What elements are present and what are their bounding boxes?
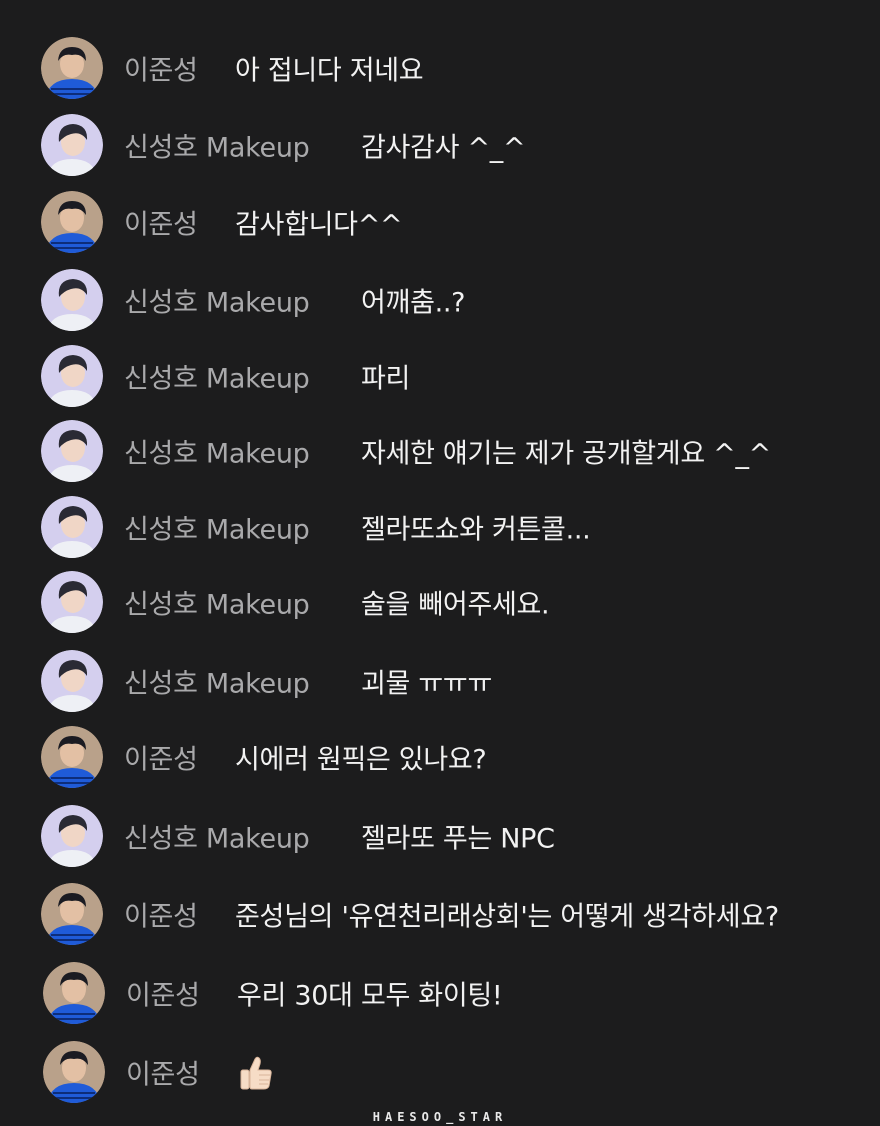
avatar[interactable] (41, 805, 103, 867)
message-text: 감사감사 ^_^ (361, 132, 526, 164)
thumbs-up-icon (237, 1053, 277, 1093)
message-text: 감사합니다^^ (235, 209, 403, 241)
message-text: 자세한 얘기는 제가 공개할게요 ^_^ (361, 438, 771, 470)
avatar[interactable] (41, 191, 103, 253)
author-name[interactable]: 신성호 Makeup (124, 432, 310, 471)
chat-message: 신성호 Makeup 젤라또 푸는 NPC (0, 805, 880, 869)
avatar[interactable] (41, 420, 103, 482)
avatar[interactable] (43, 1041, 105, 1103)
chat-message: 신성호 Makeup 술을 빼어주세요. (0, 571, 880, 635)
author-name[interactable]: 신성호 Makeup (124, 126, 310, 165)
avatar[interactable] (41, 496, 103, 558)
chat-message: 신성호 Makeup 괴물 ㅠㅠㅠ (0, 650, 880, 714)
avatar[interactable] (41, 650, 103, 712)
chat-message: 신성호 Makeup 파리 (0, 345, 880, 409)
author-name[interactable]: 신성호 Makeup (124, 583, 310, 622)
avatar[interactable] (43, 962, 105, 1024)
author-name[interactable]: 신성호 Makeup (124, 281, 310, 320)
chat-message: 이준성 준성님의 '유연천리래상회'는 어떻게 생각하세요? (0, 883, 880, 947)
avatar[interactable] (41, 269, 103, 331)
chat-message: 신성호 Makeup 어깨춤..? (0, 269, 880, 333)
message-text: 젤라또 푸는 NPC (361, 823, 555, 855)
chat-message: 신성호 Makeup 감사감사 ^_^ (0, 114, 880, 178)
avatar[interactable] (41, 37, 103, 99)
author-name[interactable]: 신성호 Makeup (124, 357, 310, 396)
author-name[interactable]: 신성호 Makeup (124, 817, 310, 856)
chat-message: 이준성 시에러 원픽은 있나요? (0, 726, 880, 790)
chat-message: 신성호 Makeup 젤라또쇼와 커튼콜... (0, 496, 880, 560)
avatar[interactable] (41, 726, 103, 788)
avatar[interactable] (41, 345, 103, 407)
author-name[interactable]: 신성호 Makeup (124, 662, 310, 701)
message-text: 시에러 원픽은 있나요? (235, 744, 487, 776)
author-name[interactable]: 이준성 (126, 1053, 200, 1092)
message-text: 어깨춤..? (361, 287, 466, 319)
live-chat-list: 이준성 아 접니다 저네요 신성호 Makeup 감사감사 ^_^ 이준성 감사… (0, 0, 880, 1110)
message-text: 젤라또쇼와 커튼콜... (361, 514, 591, 546)
avatar[interactable] (41, 114, 103, 176)
author-name[interactable]: 이준성 (124, 738, 198, 777)
chat-message: 이준성 아 접니다 저네요 (0, 37, 880, 101)
chat-message: 신성호 Makeup 자세한 얘기는 제가 공개할게요 ^_^ (0, 420, 880, 484)
chat-message: 이준성 감사합니다^^ (0, 191, 880, 255)
chat-message: 이준성 우리 30대 모두 화이팅! (0, 962, 880, 1026)
author-name[interactable]: 이준성 (124, 895, 198, 934)
avatar[interactable] (41, 883, 103, 945)
chat-message: 이준성 (0, 1041, 880, 1105)
message-text: 아 접니다 저네요 (235, 55, 424, 87)
message-text: 술을 빼어주세요. (361, 589, 550, 621)
message-text: 우리 30대 모두 화이팅! (237, 980, 503, 1012)
message-text: 괴물 ㅠㅠㅠ (361, 668, 492, 700)
avatar[interactable] (41, 571, 103, 633)
watermark: HAESOO_STAR (372, 1110, 508, 1124)
author-name[interactable]: 이준성 (124, 49, 198, 88)
author-name[interactable]: 이준성 (126, 974, 200, 1013)
message-text: 준성님의 '유연천리래상회'는 어떻게 생각하세요? (235, 901, 779, 933)
author-name[interactable]: 이준성 (124, 203, 198, 242)
message-text: 파리 (361, 363, 411, 395)
author-name[interactable]: 신성호 Makeup (124, 508, 310, 547)
